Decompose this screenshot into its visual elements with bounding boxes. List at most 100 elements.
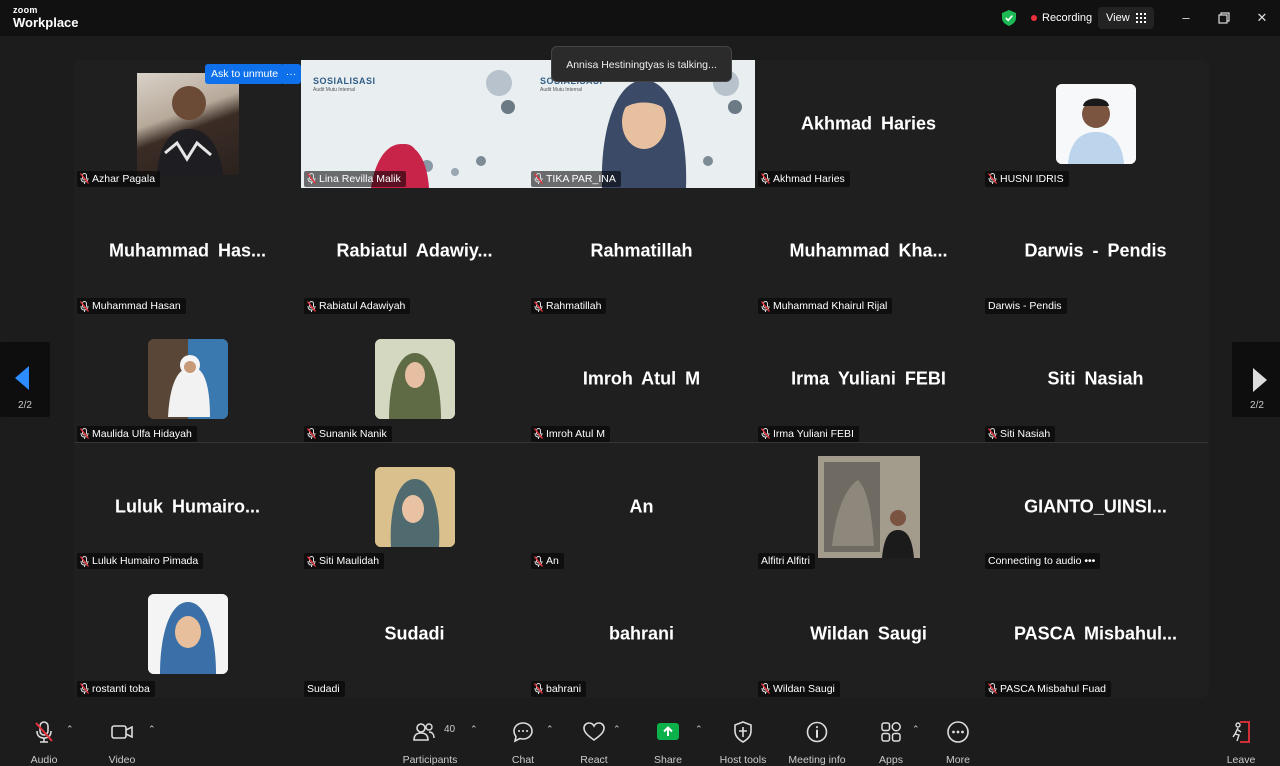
participant-display-name: Akhmad Haries [800, 113, 937, 134]
muted-mic-icon [988, 173, 997, 185]
participant-name: Azhar Pagala [92, 172, 156, 185]
muted-mic-icon [80, 428, 89, 440]
participant-tile[interactable]: Darwis - Pendis Darwis - Pendis [982, 187, 1209, 316]
info-icon [806, 721, 828, 743]
row-divider [75, 442, 1208, 443]
host-tools-button[interactable]: Host tools [720, 720, 766, 766]
participant-name: Imroh Atul M [546, 427, 605, 440]
recording-dot-icon [1031, 15, 1037, 21]
presenter-figure [371, 144, 429, 188]
encryption-shield-icon[interactable] [1002, 10, 1016, 26]
participant-name: Lina Revilla Malik [319, 172, 401, 185]
participant-tile[interactable]: Sudadi Sudadi [301, 570, 528, 698]
ask-to-unmute-button[interactable]: Ask to unmute [205, 64, 285, 84]
page-indicator-left: 2/2 [18, 400, 32, 411]
muted-mic-icon [307, 428, 316, 440]
participant-display-name: Irma Yuliani FEBI [791, 368, 946, 389]
participant-display-name: Imroh Atul M [582, 368, 701, 389]
participant-tile[interactable]: Rahmatillah Rahmatillah [528, 187, 755, 316]
participant-display-name: Siti Nasiah [1047, 368, 1144, 389]
participant-name: Rabiatul Adawiyah [319, 300, 406, 313]
share-screen-icon [657, 723, 679, 740]
meeting-info-button[interactable]: Meeting info [788, 720, 846, 766]
participants-options-caret-icon[interactable]: ⌃ [470, 724, 478, 735]
participant-tile[interactable]: HUSNI IDRIS [982, 60, 1209, 188]
participant-tile[interactable]: Alfitri Alfitri [755, 442, 982, 571]
participant-tile[interactable]: An An [528, 442, 755, 571]
participant-name: Siti Nasiah [1000, 427, 1051, 440]
participant-photo [374, 338, 455, 419]
participant-name-label: HUSNI IDRIS [985, 170, 1069, 187]
muted-mic-icon [988, 683, 997, 695]
participant-name: An [546, 555, 559, 568]
muted-mic-icon [534, 173, 543, 185]
participant-more-button[interactable]: ··· [281, 64, 301, 84]
participant-tile[interactable]: Siti Maulidah [301, 442, 528, 571]
host-tools-shield-icon [734, 721, 752, 743]
recording-label: Recording [1042, 12, 1093, 24]
next-page-button[interactable]: 2/2 [1232, 342, 1280, 417]
participant-name: Muhammad Hasan [92, 300, 181, 313]
previous-page-button[interactable]: 2/2 [0, 342, 50, 417]
restore-icon[interactable] [1214, 8, 1234, 28]
meeting-info-label: Meeting info [788, 754, 846, 766]
participant-tile[interactable]: GIANTO_UINSI... Connecting to audio ••• [982, 442, 1209, 571]
video-gallery: Azhar Pagala SOSIALISASI Audit Mutu Intern… [74, 60, 1209, 698]
more-options-icon [947, 721, 969, 743]
react-button[interactable]: React [574, 720, 614, 766]
recording-indicator[interactable]: Recording [1026, 8, 1092, 28]
participant-display-name: PASCA Misbahul... [1013, 623, 1177, 644]
audio-button[interactable]: Audio [24, 720, 64, 766]
participant-tile[interactable]: SOSIALISASI Audit Mutu Internal Lina Revil… [301, 60, 528, 188]
muted-mic-icon [534, 428, 543, 440]
view-button[interactable]: View [1098, 7, 1154, 29]
participant-tile[interactable]: Akhmad Haries Akhmad Haries [755, 60, 982, 188]
participant-display-name: GIANTO_UINSI... [1024, 496, 1167, 517]
close-icon[interactable]: ✕ [1252, 8, 1272, 28]
participant-name-label: Wildan Saugi [758, 680, 840, 697]
react-label: React [580, 754, 608, 766]
participant-tile[interactable]: Luluk Humairo... Luluk Humairo Pimada [74, 442, 301, 571]
participant-name-label: Muhammad Khairul Rijal [758, 298, 893, 315]
participant-tile[interactable]: Imroh Atul M Imroh Atul M [528, 315, 755, 443]
participant-name: Irma Yuliani FEBI [773, 427, 854, 440]
participant-display-name: Muhammad Kha... [789, 240, 948, 261]
participant-tile[interactable]: Irma Yuliani FEBI Irma Yuliani FEBI [755, 315, 982, 443]
video-options-caret-icon[interactable]: ⌃ [148, 724, 156, 735]
react-options-caret-icon[interactable]: ⌃ [613, 724, 621, 735]
share-button[interactable]: Share [648, 720, 688, 766]
apps-button[interactable]: Apps [871, 720, 911, 766]
muted-mic-icon [534, 683, 543, 695]
participant-name-label: Imroh Atul M [531, 425, 610, 442]
audio-options-caret-icon[interactable]: ⌃ [66, 724, 74, 735]
muted-mic-icon [80, 555, 89, 567]
participant-tile[interactable]: Muhammad Kha... Muhammad Khairul Rijal [755, 187, 982, 316]
participant-photo [147, 594, 228, 675]
participant-tile[interactable]: Maulida Ulfa Hidayah [74, 315, 301, 443]
participant-name-label: Luluk Humairo Pimada [77, 553, 204, 570]
participant-tile[interactable]: Muhammad Has... Muhammad Hasan [74, 187, 301, 316]
minimize-icon[interactable]: – [1176, 8, 1196, 28]
participant-photo [136, 72, 239, 175]
participant-name: Darwis - Pendis [988, 300, 1062, 313]
more-button[interactable]: More [938, 720, 978, 766]
chat-button[interactable]: Chat [503, 720, 543, 766]
participant-display-name: Rabiatul Adawiy... [336, 240, 493, 261]
participant-tile[interactable]: rostanti toba [74, 570, 301, 698]
participant-name: Luluk Humairo Pimada [92, 555, 199, 568]
participant-tile[interactable]: PASCA Misbahul... PASCA Misbahul Fuad [982, 570, 1209, 698]
participant-tile[interactable]: Rabiatul Adawiy... Rabiatul Adawiyah [301, 187, 528, 316]
chat-label: Chat [511, 754, 535, 766]
share-options-caret-icon[interactable]: ⌃ [695, 724, 703, 735]
chat-options-caret-icon[interactable]: ⌃ [546, 724, 554, 735]
participant-tile[interactable]: Wildan Saugi Wildan Saugi [755, 570, 982, 698]
participant-name-label: Siti Maulidah [304, 553, 385, 570]
participant-tile[interactable]: Siti Nasiah Siti Nasiah [982, 315, 1209, 443]
participant-tile[interactable]: Sunanik Nanik [301, 315, 528, 443]
apps-options-caret-icon[interactable]: ⌃ [912, 724, 920, 735]
leave-button[interactable]: Leave [1221, 720, 1261, 766]
participant-tile[interactable]: bahrani bahrani [528, 570, 755, 698]
video-button[interactable]: Video [102, 720, 142, 766]
participant-photo [374, 466, 455, 547]
page-indicator-right: 2/2 [1250, 400, 1264, 411]
